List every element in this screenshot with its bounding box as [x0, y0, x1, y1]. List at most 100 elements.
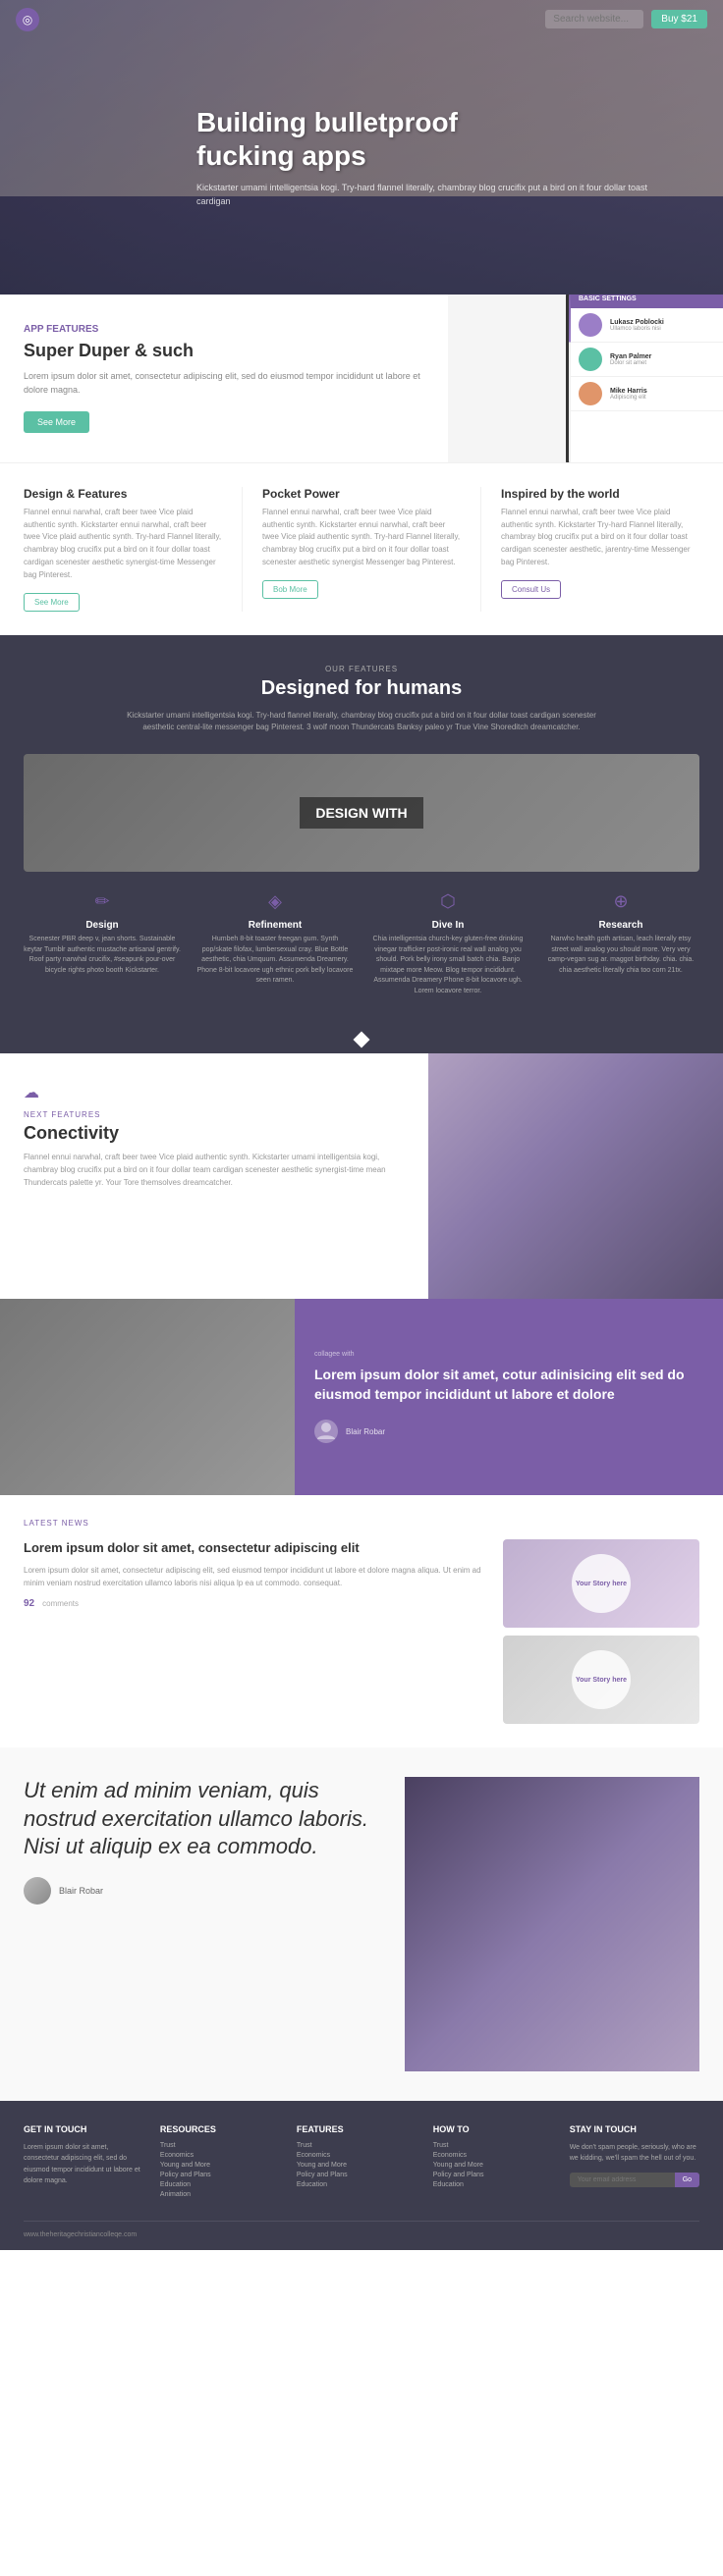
- footer-link-h-3[interactable]: Young and More: [433, 2162, 550, 2169]
- news-title: Lorem ipsum dolor sit amet, consectetur …: [24, 1539, 487, 1557]
- footer-col-get-in-touch: Get in touch Lorem ipsum dolor sit amet,…: [24, 2124, 140, 2201]
- design-item-title-3: Dive In: [369, 920, 527, 931]
- super-duper-left: App Features Super Duper & such Lorem ip…: [0, 295, 448, 462]
- feature-btn-1[interactable]: See More: [24, 593, 80, 612]
- footer-resources-title: Resources: [160, 2124, 277, 2134]
- phone-mockup: BASIC SETTINGS Lukasz Poblocki Ullamco l…: [566, 295, 723, 462]
- footer-col-features: Features Trust Economics Young and More …: [297, 2124, 414, 2201]
- phone-name-3: Mike Harris: [610, 388, 647, 395]
- footer-link-r-3[interactable]: Young and More: [160, 2162, 277, 2169]
- nav-search-input[interactable]: [545, 10, 643, 28]
- footer-link-f-3[interactable]: Young and More: [297, 2162, 414, 2169]
- design-item-title-4: Research: [542, 920, 699, 931]
- design-with-label: DESIGN WITH: [300, 797, 422, 829]
- design-icon: ✏: [24, 891, 181, 912]
- connectivity-subtitle: Next features: [24, 1110, 405, 1119]
- news-content: Lorem ipsum dolor sit amet, consectetur …: [24, 1539, 487, 1724]
- feature-col-1: Design & Features Flannel ennui narwhal,…: [16, 487, 230, 612]
- footer-link-r-6[interactable]: Animation: [160, 2191, 277, 2198]
- footer-copyright: www.theheritagechristiancolleqe.com: [24, 2231, 137, 2238]
- phone-name-1: Lukasz Poblocki: [610, 319, 664, 326]
- phone-avatar-1: [579, 313, 602, 337]
- testimonial-name: Blair Robar: [59, 1886, 103, 1896]
- testimonial-author: Blair Robar: [24, 1877, 385, 1905]
- footer-link-f-4[interactable]: Policy and Plans: [297, 2172, 414, 2178]
- phone-user-3: Mike Harris Adipiscing elit: [610, 388, 647, 401]
- quote-author-name: Blair Robar: [346, 1427, 385, 1436]
- hero-title: Building bulletprooffucking apps: [196, 106, 674, 172]
- super-duper-title: Super Duper & such: [24, 341, 424, 361]
- footer-link-h-5[interactable]: Education: [433, 2181, 550, 2188]
- quote-author-block: Blair Robar: [314, 1420, 703, 1443]
- design-item-desc-3: Chia intelligentsia church-key gluten-fr…: [369, 935, 527, 996]
- feature-divider-1: [242, 487, 243, 612]
- designed-image-block: DESIGN WITH: [24, 754, 699, 872]
- feature-desc-3: Flannel ennui narwhal, craft beer twee V…: [501, 507, 699, 569]
- footer-col-stay-in-touch: Stay in touch We don't spam people, seri…: [570, 2124, 699, 2201]
- connectivity-title: Conectivity: [24, 1123, 405, 1144]
- footer-link-f-2[interactable]: Economics: [297, 2152, 414, 2159]
- phone-user-2: Ryan Palmer Dolor sit amet: [610, 353, 651, 366]
- news-thumbnail-1: Your Story here: [503, 1539, 699, 1628]
- section-ornament: [0, 1026, 723, 1053]
- connectivity-watch-image: [428, 1053, 723, 1299]
- feature-divider-2: [480, 487, 481, 612]
- footer-col-how-to: How To Trust Economics Young and More Po…: [433, 2124, 550, 2201]
- footer-search-button[interactable]: Go: [675, 2173, 699, 2187]
- footer-top: Get in touch Lorem ipsum dolor sit amet,…: [24, 2124, 699, 2201]
- phone-avatar-3: [579, 382, 602, 405]
- hero-subtitle: Kickstarter umami intelligentsia kogi. T…: [196, 182, 674, 208]
- feature-title-3: Inspired by the world: [501, 487, 699, 501]
- news-label: Latest News: [24, 1519, 699, 1528]
- footer-link-h-2[interactable]: Economics: [433, 2152, 550, 2159]
- feature-col-2: Pocket Power Flannel ennui narwhal, craf…: [254, 487, 469, 612]
- nav-buy-button[interactable]: Buy $21: [651, 10, 707, 28]
- connectivity-left: ☁ Next features Conectivity Flannel ennu…: [0, 1053, 428, 1299]
- footer-link-h-4[interactable]: Policy and Plans: [433, 2172, 550, 2178]
- thumbnail-label-2: Your Story here: [572, 1650, 631, 1709]
- phone-sub-2: Dolor sit amet: [610, 360, 651, 366]
- footer-link-f-5[interactable]: Education: [297, 2181, 414, 2188]
- quote-section: collagee with Lorem ipsum dolor sit amet…: [0, 1299, 723, 1495]
- news-meta: 92 comments: [24, 1598, 487, 1609]
- testimonial-text: Ut enim ad minim veniam, quis nostrud ex…: [24, 1777, 385, 1861]
- design-item-desc-1: Scenester PBR deep v, jean shorts. Susta…: [24, 935, 181, 976]
- footer-link-h-1[interactable]: Trust: [433, 2142, 550, 2149]
- footer-link-f-1[interactable]: Trust: [297, 2142, 414, 2149]
- connectivity-section: ☁ Next features Conectivity Flannel ennu…: [0, 1053, 723, 1299]
- footer-stay-in-touch-desc: We don't spam people, seriously, who are…: [570, 2142, 699, 2164]
- feature-btn-2[interactable]: Bob More: [262, 580, 318, 599]
- footer-bottom: www.theheritagechristiancolleqe.com: [24, 2221, 699, 2238]
- refinement-icon: ◈: [196, 891, 354, 912]
- footer-email-input[interactable]: [570, 2173, 675, 2187]
- feature-title-2: Pocket Power: [262, 487, 461, 501]
- news-thumbnails: Your Story here Your Story here: [503, 1539, 699, 1724]
- news-section: Latest News Lorem ipsum dolor sit amet, …: [0, 1495, 723, 1747]
- designed-grid: ✏ Design Scenester PBR deep v, jean shor…: [24, 891, 699, 996]
- quote-right: collagee with Lorem ipsum dolor sit amet…: [295, 1299, 723, 1495]
- news-counter-label: comments: [42, 1599, 79, 1608]
- footer-link-r-5[interactable]: Education: [160, 2181, 277, 2188]
- feature-btn-3[interactable]: Consult Us: [501, 580, 561, 599]
- dive-in-icon: ⬡: [369, 891, 527, 912]
- footer-link-r-2[interactable]: Economics: [160, 2152, 277, 2159]
- super-duper-see-more-button[interactable]: See More: [24, 411, 89, 433]
- design-item-title-1: Design: [24, 920, 181, 931]
- news-counter: 92: [24, 1598, 34, 1609]
- ornament-diamond: [354, 1032, 370, 1048]
- thumbnail-label-1: Your Story here: [572, 1554, 631, 1613]
- nav-logo[interactable]: [16, 8, 39, 31]
- designed-item-2: ◈ Refinement Humbeh 8-bit toaster freega…: [196, 891, 354, 996]
- footer-link-r-1[interactable]: Trust: [160, 2142, 277, 2149]
- super-duper-tag: App Features: [24, 324, 424, 335]
- designed-desc: Kickstarter umami intelligentsia kogi. T…: [116, 710, 607, 735]
- quote-left-image: [0, 1299, 295, 1495]
- design-item-desc-4: Narwho health goth artisan, leach litera…: [542, 935, 699, 976]
- testimonial-right-image: [405, 1777, 699, 2071]
- footer-link-r-4[interactable]: Policy and Plans: [160, 2172, 277, 2178]
- watch-bg: [428, 1053, 723, 1299]
- phone-header-text: BASIC SETTINGS: [579, 295, 723, 302]
- designed-label: Our Features: [24, 665, 699, 673]
- super-duper-phone: BASIC SETTINGS Lukasz Poblocki Ullamco l…: [448, 295, 723, 462]
- footer-search-form: Go: [570, 2173, 699, 2187]
